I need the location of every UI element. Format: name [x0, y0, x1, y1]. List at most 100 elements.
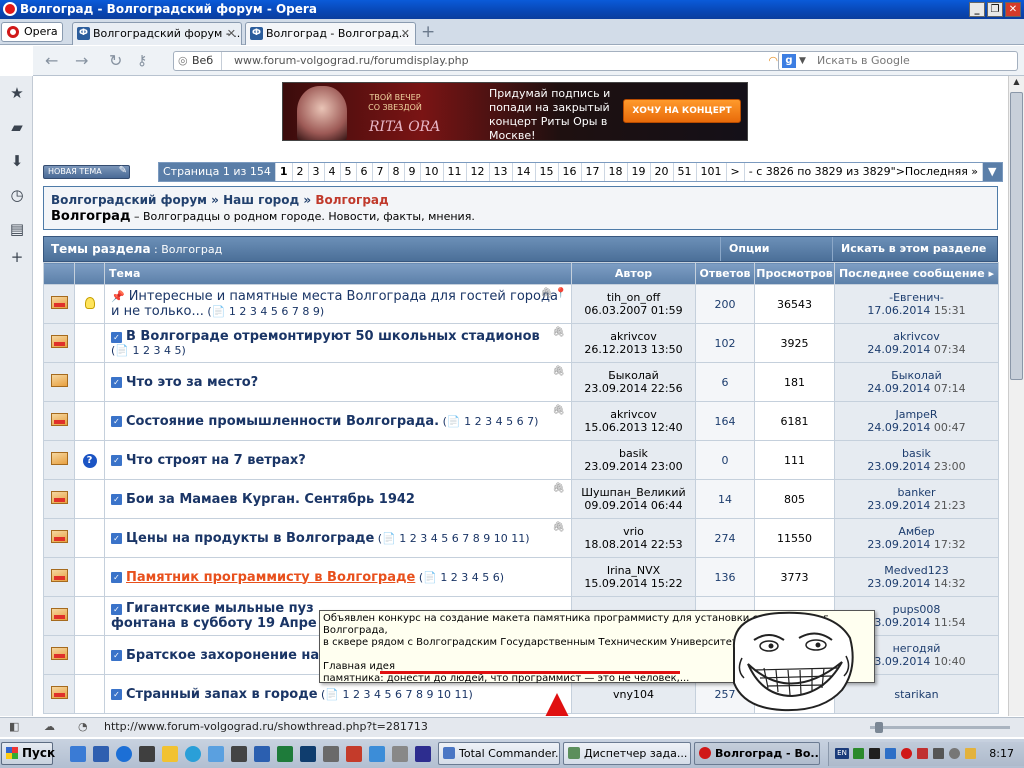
thread-title-link[interactable]: Странный запах в городе [126, 687, 318, 702]
replies-cell[interactable]: 6 [695, 362, 755, 402]
replies-cell[interactable]: 0 [695, 440, 755, 480]
thread-title-link[interactable]: Гигантские мыльные пуз [126, 601, 314, 616]
panels-icon[interactable]: ▤ [8, 220, 26, 238]
quicklaunch-icon[interactable] [93, 746, 109, 762]
quicklaunch-icon[interactable] [323, 746, 339, 762]
author-name[interactable]: Быколай [572, 369, 695, 382]
pagination-link[interactable]: 4 [324, 163, 341, 181]
reload-icon[interactable]: ↻ [109, 52, 122, 70]
replies-cell[interactable]: 164 [695, 401, 755, 441]
pagination-link[interactable]: 51 [673, 163, 697, 181]
last-post-user[interactable]: JampeR [835, 408, 998, 421]
downloads-icon[interactable]: ⬇ [8, 152, 26, 170]
author-name[interactable]: Шушпан_Великий [572, 486, 695, 499]
banner-cta-button[interactable]: ХОЧУ НА КОНЦЕРТ [623, 99, 741, 123]
address-url[interactable]: www.forum-volgograd.ru/forumdisplay.php [234, 52, 469, 70]
speed-dial-icon[interactable]: ◔ [78, 718, 88, 736]
close-tab-icon[interactable]: ✕ [227, 23, 236, 44]
ad-banner[interactable]: ТВОЙ ВЕЧЕР СО ЗВЕЗДОЙ RITA ORA Придумай … [282, 82, 748, 141]
excel-icon[interactable] [277, 746, 293, 762]
replies-column-header[interactable]: Ответов [695, 262, 755, 285]
scroll-up-icon[interactable]: ▲ [1010, 77, 1023, 90]
quicklaunch-icon[interactable] [231, 746, 247, 762]
breadcrumb-parent[interactable]: Наш город [223, 193, 299, 207]
thread-pages[interactable]: (📄 1 2 3 4 5) [111, 344, 186, 357]
quicklaunch-icon[interactable] [369, 746, 385, 762]
photoshop-icon[interactable] [300, 746, 316, 762]
breadcrumb-root[interactable]: Волгоградский форум [51, 193, 207, 207]
cloud-icon[interactable]: ☁ [44, 718, 55, 736]
last-post-user[interactable]: -Евгенич- [835, 291, 998, 304]
breadcrumb-current[interactable]: Волгоград [315, 193, 388, 207]
last-post-user[interactable]: Medved123 [835, 564, 998, 577]
task-opera[interactable]: Волгоград - Во... [694, 742, 820, 765]
thread-title-link[interactable]: Состояние промышленности Волгограда. [126, 414, 439, 429]
minimize-button[interactable]: _ [969, 2, 985, 17]
search-forum-menu[interactable]: Искать в этом разделе ▾ [832, 237, 997, 279]
tray-icon[interactable] [853, 748, 864, 759]
forum-options-menu[interactable]: Опции раздела ▾ [720, 237, 832, 279]
replies-cell[interactable]: 14 [695, 479, 755, 519]
task-total-commander[interactable]: Total Commander... [438, 742, 560, 765]
bookmarks-star-icon[interactable]: ★ [8, 84, 26, 102]
pagination-link[interactable]: 20 [650, 163, 674, 181]
task-manager[interactable]: Диспетчер зада... [563, 742, 691, 765]
quicklaunch-icon[interactable] [208, 746, 224, 762]
replies-cell[interactable]: 274 [695, 518, 755, 558]
history-clock-icon[interactable]: ◷ [8, 186, 26, 204]
quicklaunch-icon[interactable] [162, 746, 178, 762]
pagination-link[interactable]: 15 [535, 163, 559, 181]
thread-pages[interactable]: (📄 1 2 3 4 5 6 7 8 9 10 11) [378, 532, 530, 545]
author-name[interactable]: tih_on_off [572, 291, 695, 304]
thread-title-link[interactable]: Бои за Мамаев Курган. Сентябрь 1942 [126, 492, 415, 507]
forward-icon[interactable]: → [75, 52, 88, 70]
pagination-link[interactable]: 13 [489, 163, 513, 181]
author-name[interactable]: akrivcov [572, 330, 695, 343]
zoom-slider-knob[interactable] [875, 722, 883, 733]
language-indicator[interactable]: EN [835, 748, 849, 759]
pagination-link[interactable]: 19 [627, 163, 651, 181]
search-input[interactable]: g ▼ Искать в Google [778, 51, 1018, 71]
add-panel-icon[interactable]: + [8, 248, 26, 266]
tray-icon[interactable] [869, 748, 880, 759]
back-icon[interactable]: ← [45, 52, 58, 70]
pagination-link[interactable]: 7 [372, 163, 389, 181]
new-tab-icon[interactable]: + [421, 23, 435, 41]
rss-icon[interactable]: ◠ [768, 52, 778, 70]
replies-cell[interactable]: 102 [695, 323, 755, 363]
pagination-link[interactable]: 11 [443, 163, 467, 181]
pagination-link[interactable]: 9 [404, 163, 421, 181]
author-column-header[interactable]: Автор [571, 262, 696, 285]
quicklaunch-icon[interactable] [70, 746, 86, 762]
thread-title-link[interactable]: Цены на продукты в Волгограде [126, 531, 374, 546]
maximize-button[interactable]: ❐ [987, 2, 1003, 17]
close-window-button[interactable]: ✕ [1005, 2, 1021, 17]
address-mode-label[interactable]: Веб [174, 52, 223, 70]
thread-title-link-continued[interactable]: фонтана в субботу 19 Апре [111, 616, 317, 631]
author-name[interactable]: akrivcov [572, 408, 695, 421]
pagination-link[interactable]: 10 [420, 163, 444, 181]
last-post-user[interactable]: basik [835, 447, 998, 460]
thread-pages[interactable]: (📄 1 2 3 4 5 6) [419, 571, 504, 584]
quicklaunch-icon[interactable] [392, 746, 408, 762]
pagination-link[interactable]: 2 [292, 163, 309, 181]
key-icon[interactable]: ⚷ [137, 52, 147, 70]
tray-icon[interactable] [917, 748, 928, 759]
last-post-column-header[interactable]: Последнее сообщение ▸ [834, 262, 999, 285]
new-thread-button[interactable]: НОВАЯ ТЕМА ✎ [43, 165, 130, 179]
pagination-link[interactable]: 101 [696, 163, 727, 181]
scrollbar-thumb[interactable] [1010, 92, 1023, 380]
opera-menu-button[interactable]: Opera [1, 22, 63, 42]
last-post-user[interactable]: banker [835, 486, 998, 499]
author-name[interactable]: basik [572, 447, 695, 460]
quicklaunch-icon[interactable] [185, 746, 201, 762]
thread-title-link[interactable]: В Волгограде отремонтируют 50 школьных с… [126, 329, 540, 344]
volume-icon[interactable] [933, 748, 944, 759]
last-post-user[interactable]: Быколай [835, 369, 998, 382]
thread-pages[interactable]: (📄 1 2 3 4 5 6 7 8 9 10 11) [321, 688, 473, 701]
pagination-link[interactable]: 16 [558, 163, 582, 181]
views-column-header[interactable]: Просмотров [754, 262, 835, 285]
last-post-user[interactable]: starikan [835, 688, 998, 701]
pagination-link[interactable]: 18 [604, 163, 628, 181]
pagination-link[interactable]: 8 [388, 163, 405, 181]
